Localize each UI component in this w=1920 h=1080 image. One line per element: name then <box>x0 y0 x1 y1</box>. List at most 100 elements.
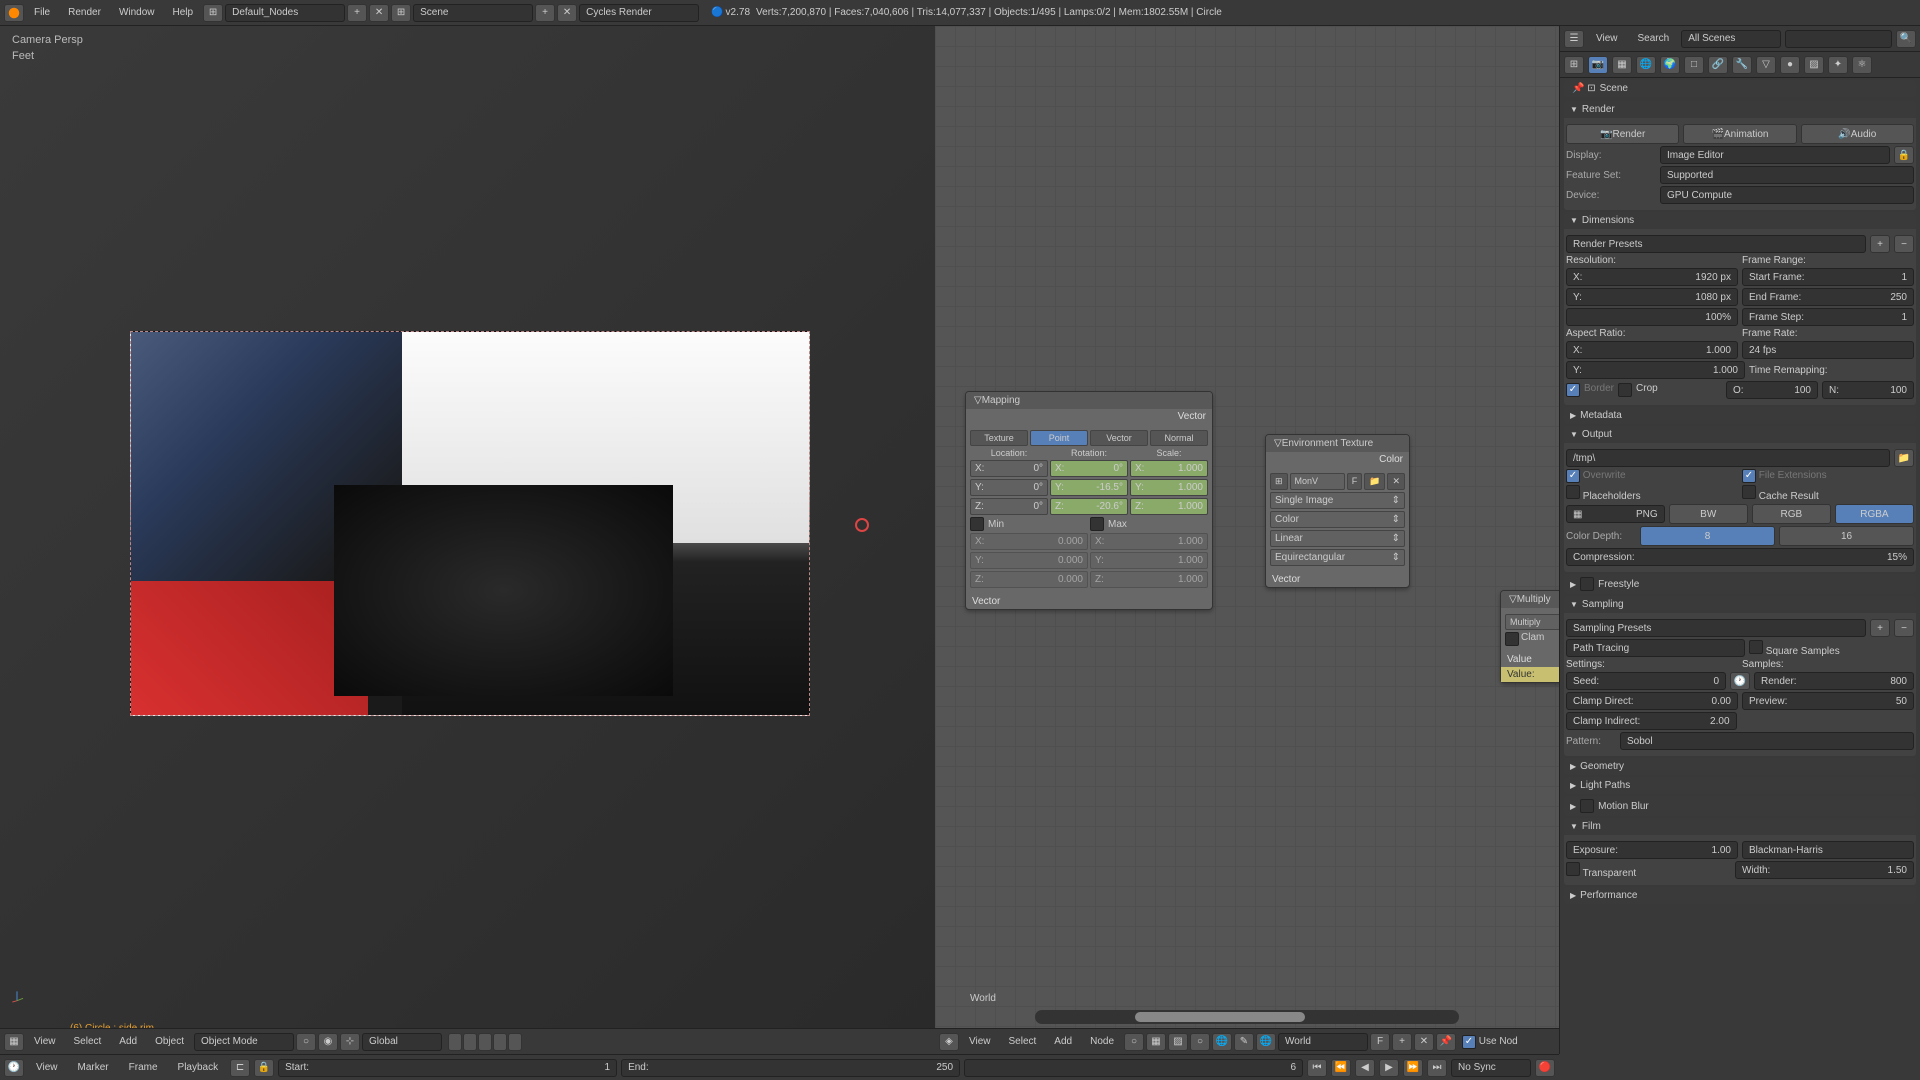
3d-viewport[interactable]: Camera Persp Feet (6) Circle : side rim … <box>0 26 935 1054</box>
texture-type-icon[interactable]: ▨ <box>1168 1033 1188 1051</box>
preview-samples-field[interactable]: Preview:50 <box>1742 692 1914 710</box>
rgb-button[interactable]: RGB <box>1752 504 1831 524</box>
mapping-node[interactable]: ▽ Mapping Vector Texture Point Vector No… <box>965 391 1213 610</box>
multiply-node[interactable]: ▽ Multiply Multiply Clam Value Value: <box>1500 590 1559 683</box>
node-editor[interactable]: ▽ Mapping Vector Texture Point Vector No… <box>935 26 1559 1054</box>
clock-icon[interactable]: 🕐 <box>1730 672 1750 690</box>
editor-type-icon[interactable]: ◈ <box>939 1033 959 1051</box>
jump-start-icon[interactable]: ⏮ <box>1307 1059 1327 1077</box>
node-scrollbar[interactable] <box>1035 1010 1459 1024</box>
bw-button[interactable]: BW <box>1669 504 1748 524</box>
timeline-marker-menu[interactable]: Marker <box>70 1058 117 1077</box>
scale-x-field[interactable]: X:1.000 <box>1130 460 1208 477</box>
pin-icon[interactable]: 📌 <box>1436 1033 1456 1051</box>
world-dropdown[interactable]: World <box>1278 1033 1368 1051</box>
current-frame-field[interactable]: 6 <box>964 1059 1303 1077</box>
layer-button[interactable] <box>493 1033 507 1051</box>
screen-layout-dropdown[interactable]: Default_Nodes <box>225 4 345 22</box>
texture-tab-icon[interactable]: ▨ <box>1804 56 1824 74</box>
add-preset-button[interactable]: + <box>1870 619 1890 637</box>
node-menu-node[interactable]: Node <box>1082 1032 1122 1051</box>
mode-dropdown[interactable]: Object Mode <box>194 1033 294 1051</box>
min-checkbox[interactable] <box>970 517 984 531</box>
exposure-field[interactable]: Exposure:1.00 <box>1566 841 1738 859</box>
output-panel-header[interactable]: Output <box>1564 426 1916 443</box>
vector-output-socket[interactable]: Vector <box>966 409 1212 424</box>
outliner-view-menu[interactable]: View <box>1588 29 1626 48</box>
old-map-field[interactable]: O:100 <box>1726 381 1818 399</box>
output-path-field[interactable]: /tmp\ <box>1566 449 1890 467</box>
clamp-indirect-field[interactable]: Clamp Indirect:2.00 <box>1566 712 1737 730</box>
frame-step-field[interactable]: Frame Step:1 <box>1742 308 1914 326</box>
manipulator-icon[interactable]: ⊹ <box>340 1033 360 1051</box>
format-dropdown[interactable]: ▦ PNG <box>1566 505 1665 523</box>
freestyle-checkbox[interactable] <box>1580 577 1594 591</box>
layer-button[interactable] <box>463 1033 477 1051</box>
add-preset-button[interactable]: + <box>1870 235 1890 253</box>
menu-file[interactable]: File <box>26 3 58 22</box>
projection-dropdown[interactable]: Equirectangular⇕ <box>1270 549 1405 566</box>
physics-tab-icon[interactable]: ⚛ <box>1852 56 1872 74</box>
layout-icon[interactable]: ⊞ <box>203 4 223 22</box>
object-tab-icon[interactable]: □ <box>1684 56 1704 74</box>
render-samples-field[interactable]: Render:800 <box>1754 672 1914 690</box>
resolution-y-field[interactable]: Y:1080 px <box>1566 288 1738 306</box>
menu-help[interactable]: Help <box>165 3 202 22</box>
remove-preset-button[interactable]: − <box>1894 235 1914 253</box>
render-button[interactable]: 📷 Render <box>1566 124 1679 144</box>
keyframe-forward-icon[interactable]: ⏩ <box>1403 1059 1423 1077</box>
play-icon[interactable]: ▶ <box>1379 1059 1399 1077</box>
node-title[interactable]: ▽ Mapping <box>966 392 1212 409</box>
lock-icon[interactable]: 🔒 <box>1894 146 1914 164</box>
integrator-dropdown[interactable]: Path Tracing <box>1566 639 1745 657</box>
world-tab-icon[interactable]: 🌍 <box>1660 56 1680 74</box>
depth-16-button[interactable]: 16 <box>1779 526 1914 546</box>
editor-type-icon[interactable]: 🕐 <box>4 1059 24 1077</box>
sync-dropdown[interactable]: No Sync <box>1451 1059 1531 1077</box>
orientation-dropdown[interactable]: Global <box>362 1033 442 1051</box>
seed-field[interactable]: Seed:0 <box>1566 672 1726 690</box>
material-tab-icon[interactable]: ● <box>1780 56 1800 74</box>
vector-input-socket[interactable]: Vector <box>966 594 1212 609</box>
render-presets-dropdown[interactable]: Render Presets <box>1566 235 1866 253</box>
overwrite-checkbox[interactable] <box>1566 469 1580 483</box>
search-icon[interactable]: 🔍 <box>1896 30 1916 48</box>
timeline-view-menu[interactable]: View <box>28 1058 66 1077</box>
keyframe-back-icon[interactable]: ⏪ <box>1331 1059 1351 1077</box>
render-layers-tab-icon[interactable]: ▦ <box>1612 56 1632 74</box>
particles-tab-icon[interactable]: ✦ <box>1828 56 1848 74</box>
fake-user-button[interactable]: F <box>1370 1033 1390 1051</box>
environment-texture-node[interactable]: ▽ Environment Texture Color ⊞ MonV F 📁 ✕… <box>1265 434 1410 588</box>
fps-dropdown[interactable]: 24 fps <box>1742 341 1914 359</box>
point-tab[interactable]: Point <box>1030 430 1088 446</box>
sampling-panel-header[interactable]: Sampling <box>1564 596 1916 613</box>
crop-checkbox[interactable] <box>1618 383 1632 397</box>
performance-panel-header[interactable]: Performance <box>1564 887 1916 904</box>
editor-type-icon[interactable]: ☰ <box>1564 30 1584 48</box>
animation-button[interactable]: 🎬 Animation <box>1683 124 1796 144</box>
filter-dropdown[interactable]: Blackman-Harris <box>1742 841 1914 859</box>
layer-button[interactable] <box>478 1033 492 1051</box>
compression-field[interactable]: Compression:15% <box>1566 548 1914 566</box>
constraints-tab-icon[interactable]: 🔗 <box>1708 56 1728 74</box>
add-world-button[interactable]: + <box>1392 1033 1412 1051</box>
pivot-icon[interactable]: ◉ <box>318 1033 338 1051</box>
object-shader-icon[interactable]: ○ <box>1190 1033 1210 1051</box>
image-browse-button[interactable]: ⊞ <box>1270 473 1288 490</box>
render-engine-dropdown[interactable]: Cycles Render <box>579 4 699 22</box>
node-title[interactable]: ▽ Environment Texture <box>1266 435 1409 452</box>
file-ext-checkbox[interactable] <box>1742 469 1756 483</box>
interpolation-dropdown[interactable]: Linear⇕ <box>1270 530 1405 547</box>
compositor-type-icon[interactable]: ▦ <box>1146 1033 1166 1051</box>
image-name-field[interactable]: MonV <box>1290 473 1345 490</box>
outliner-filter-dropdown[interactable]: All Scenes <box>1681 30 1781 48</box>
open-image-button[interactable]: 📁 <box>1364 473 1385 490</box>
loc-y-field[interactable]: Y:0° <box>970 479 1048 496</box>
world-shader-icon[interactable]: 🌐 <box>1212 1033 1232 1051</box>
rot-z-field[interactable]: Z:-20.6° <box>1050 498 1128 515</box>
resolution-pct-field[interactable]: 100% <box>1566 308 1738 326</box>
aspect-y-field[interactable]: Y:1.000 <box>1566 361 1745 379</box>
scene-icon[interactable]: ⊞ <box>391 4 411 22</box>
cache-checkbox[interactable] <box>1742 485 1756 499</box>
scale-y-field[interactable]: Y:1.000 <box>1130 479 1208 496</box>
